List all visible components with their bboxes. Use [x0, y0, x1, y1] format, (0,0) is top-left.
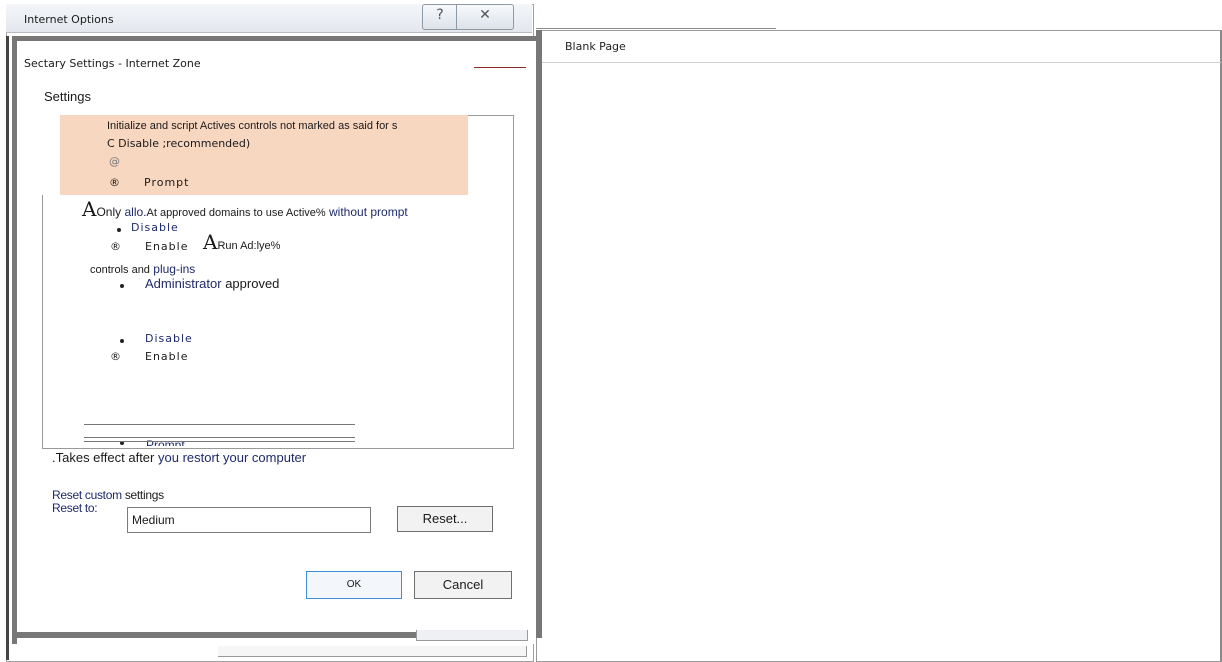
reset-to-label: Reset to:: [52, 501, 98, 515]
close-icon: ✕: [479, 7, 491, 23]
radio-bullet-icon[interactable]: [120, 339, 124, 343]
browser-tab-title[interactable]: Blank Page: [565, 40, 626, 53]
setting-run-activex-continued: controls and plug-ins: [90, 262, 196, 276]
browser-page: [536, 30, 1222, 662]
settings-label: Settings: [44, 89, 91, 104]
internet-options-footer: [218, 646, 527, 657]
reset-custom-heading: Reset custom settings: [52, 488, 164, 502]
internet-options-title: Internet Options: [24, 13, 114, 26]
option-administrator-approved[interactable]: Administrator approved: [145, 276, 279, 291]
radio-selected-icon[interactable]: ®: [110, 240, 121, 253]
radio-bullet-icon[interactable]: [117, 228, 121, 232]
setting-icon: A: [82, 197, 97, 221]
dialog-left-border: [6, 36, 9, 660]
setting-run-activex: ARun Ad:lye%: [203, 230, 281, 254]
page-tab-divider: [536, 62, 1221, 63]
help-button[interactable]: ?: [422, 4, 458, 30]
list-divider: [84, 437, 355, 438]
underlying-button-edge: [416, 630, 528, 641]
cancel-button[interactable]: Cancel: [414, 571, 512, 599]
dialog-title: Sectary Settings - Internet Zone: [24, 57, 201, 70]
option-prompt[interactable]: Prompt: [144, 176, 189, 189]
help-icon: ?: [436, 7, 444, 23]
option-marker-icon: @: [109, 155, 120, 168]
dialog-bottom-border: [16, 632, 416, 638]
setting-icon: A: [203, 230, 218, 254]
list-divider: [84, 424, 355, 425]
list-left-gap: [42, 115, 60, 195]
page-top-divider: [536, 28, 776, 29]
setting-only-allow-approved: AOnly allo.At approved domains to use Ac…: [82, 197, 408, 221]
close-button[interactable]: ✕: [456, 4, 514, 30]
option-enable[interactable]: Enable: [145, 350, 188, 363]
option-disable[interactable]: Disable: [145, 332, 193, 345]
option-disable[interactable]: Disable: [131, 221, 179, 234]
option-enable[interactable]: Enable: [145, 240, 188, 253]
restart-note: .Takes effect after you restort your com…: [52, 450, 307, 465]
title-accent-line: [474, 67, 526, 68]
reset-level-select[interactable]: Medium: [127, 507, 371, 533]
radio-selected-icon[interactable]: ®: [110, 350, 121, 363]
option-disable-recommended[interactable]: C Disable ;recommended): [107, 137, 250, 150]
list-divider: [84, 441, 355, 442]
setting-activex-unmarked: Initialize and script Actives controls n…: [107, 120, 398, 132]
ok-button[interactable]: OK: [306, 571, 402, 599]
dialog-right-border: [536, 30, 542, 638]
radio-bullet-icon[interactable]: [120, 284, 124, 288]
reset-button[interactable]: Reset...: [397, 506, 493, 532]
radio-selected-icon[interactable]: ®: [109, 176, 120, 189]
